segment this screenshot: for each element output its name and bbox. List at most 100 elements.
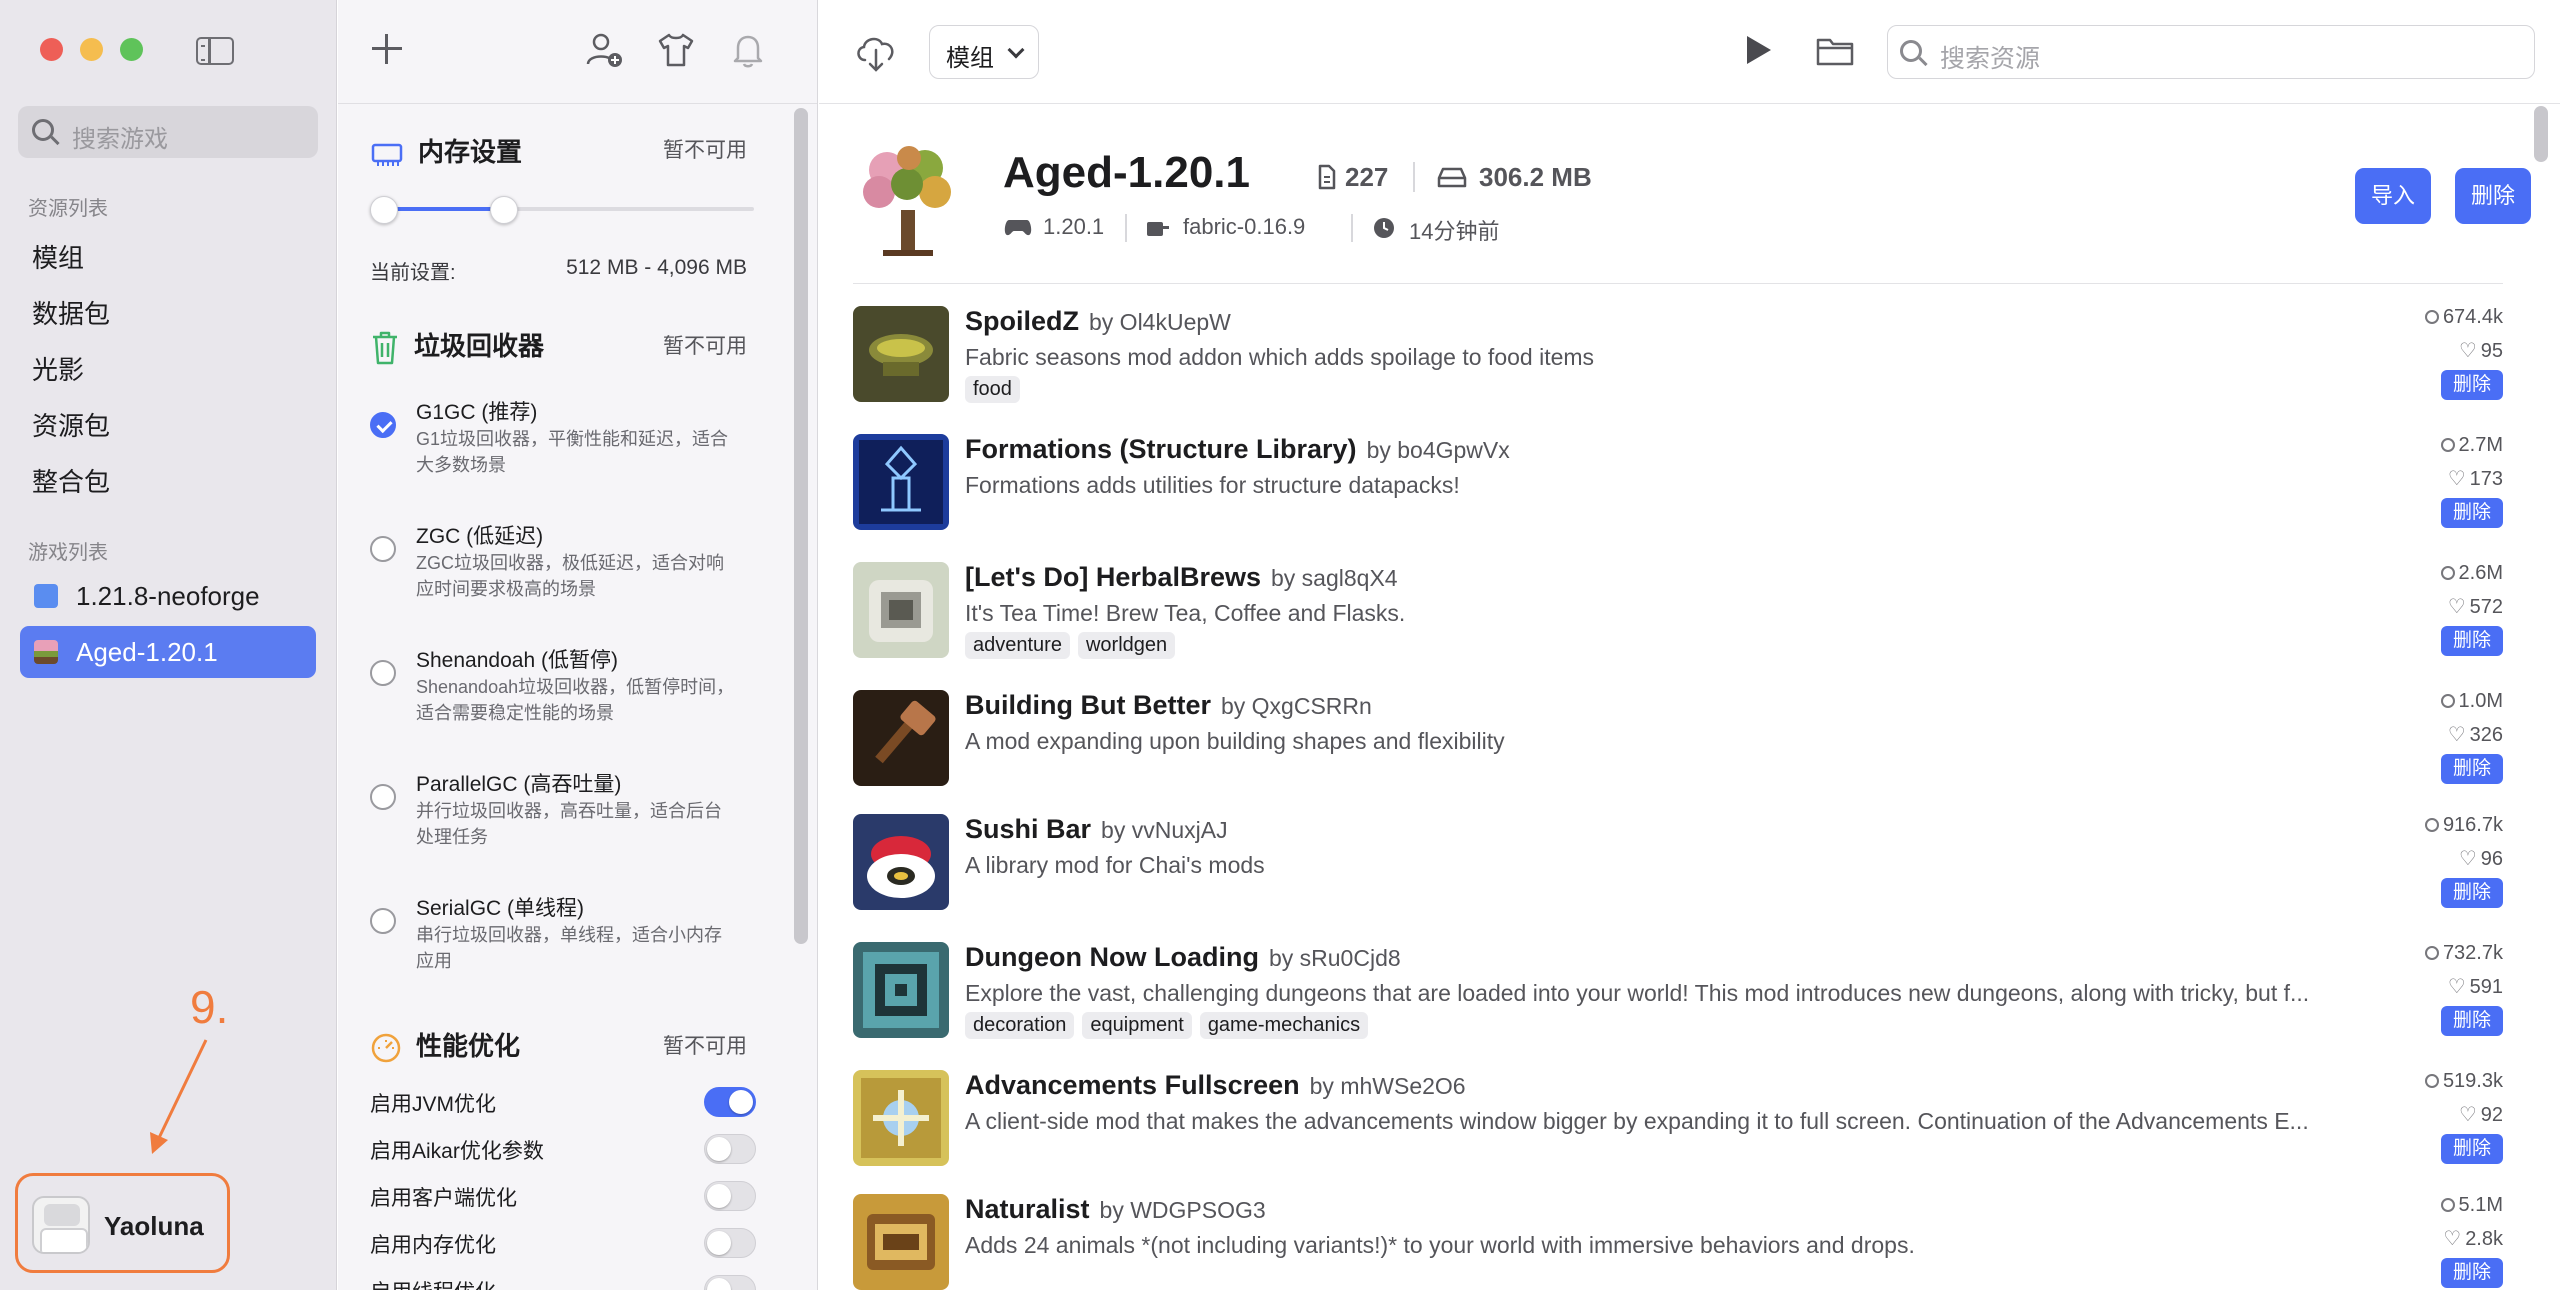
- list-item[interactable]: Naturalist by WDGPSOG3 Adds 24 animals *(…: [853, 1194, 2503, 1306]
- sidebar: 搜索游戏 资源列表 模组 数据包 光影 资源包 整合包 游戏列表 1.21.8-…: [0, 0, 337, 1290]
- mod-author: by QxgCSRRn: [1220, 693, 1372, 719]
- gc-option-title: Shenandoah (低暂停): [416, 649, 618, 672]
- minimize-window-button[interactable]: [80, 38, 103, 61]
- gc-option-title: ZGC (低延迟): [416, 525, 544, 548]
- settings-scrollbar[interactable]: [794, 108, 808, 944]
- mod-thumbnail: [853, 562, 949, 658]
- tshirt-icon[interactable]: [656, 30, 696, 70]
- sidebar-item-datapacks[interactable]: 数据包: [32, 294, 110, 331]
- sidebar-item-mods[interactable]: 模组: [32, 238, 84, 275]
- mod-description: It's Tea Time! Brew Tea, Coffee and Flas…: [965, 600, 1406, 626]
- game-label: Aged-1.20.1: [76, 637, 218, 667]
- list-item[interactable]: Dungeon Now Loading by sRu0Cjd8 Explore t…: [853, 942, 2503, 1054]
- add-icon[interactable]: [372, 34, 402, 64]
- main-scrollbar[interactable]: [2534, 106, 2548, 162]
- delete-mod-button[interactable]: 删除: [2441, 1258, 2503, 1288]
- mod-thumbnail: [853, 814, 949, 910]
- radio-icon[interactable]: [370, 660, 396, 686]
- gc-option-desc: 串行垃圾回收器，单线程，适合小内存应用: [416, 925, 722, 971]
- radio-icon[interactable]: [370, 784, 396, 810]
- perf-row-thread: 启用线程优化: [370, 1276, 496, 1290]
- mod-name: Formations (Structure Library) by bo4GpwV…: [965, 434, 1510, 464]
- gc-option-desc: Shenandoah垃圾回收器，低暂停时间，适合需要稳定性能的场景: [416, 677, 735, 723]
- game-search-input[interactable]: 搜索游戏: [18, 106, 318, 158]
- memory-max-handle[interactable]: [490, 196, 518, 224]
- play-icon[interactable]: [1747, 36, 1771, 64]
- perf-row-memory: 启用内存优化: [370, 1234, 496, 1257]
- mod-tags: decoration equipment game-mechanics: [965, 1012, 1376, 1039]
- mod-author: by Ol4kUepW: [1089, 309, 1231, 335]
- gamepad-icon: [1004, 220, 1032, 236]
- sidebar-item-modpacks[interactable]: 整合包: [32, 462, 110, 499]
- heart-icon: ♡: [2447, 976, 2466, 998]
- tag: worldgen: [1077, 632, 1176, 659]
- current-setting-value: 512 MB - 4,096 MB: [566, 256, 747, 279]
- heart-icon: ♡: [2458, 1104, 2477, 1126]
- mod-tags: adventure worldgen: [965, 632, 1183, 659]
- import-button[interactable]: 导入: [2355, 168, 2431, 224]
- jvm-optimize-toggle[interactable]: [704, 1087, 756, 1117]
- mod-likes: ♡ 96: [2458, 848, 2503, 870]
- sidebar-game-neoforge[interactable]: 1.21.8-neoforge: [20, 570, 316, 622]
- sidebar-toggle-icon[interactable]: [196, 37, 234, 65]
- sidebar-game-aged[interactable]: Aged-1.20.1: [20, 626, 316, 678]
- perf-status: 暂不可用: [663, 1035, 747, 1058]
- add-user-icon[interactable]: [584, 30, 624, 70]
- memory-optimize-toggle[interactable]: [704, 1228, 756, 1258]
- mod-tags: food: [965, 376, 1028, 403]
- delete-mod-button[interactable]: 删除: [2441, 498, 2503, 528]
- memory-settings-title: 内存设置: [370, 132, 522, 169]
- mod-downloads: 519.3k: [2424, 1070, 2503, 1093]
- mod-author: by mhWSe2O6: [1309, 1073, 1466, 1099]
- delete-mod-button[interactable]: 删除: [2441, 1134, 2503, 1164]
- radio-checked-icon[interactable]: [370, 412, 396, 438]
- delete-mod-button[interactable]: 删除: [2441, 754, 2503, 784]
- bell-icon[interactable]: [728, 30, 768, 70]
- memory-min-handle[interactable]: [370, 196, 398, 224]
- mod-author: by bo4GpwVx: [1366, 437, 1510, 463]
- gc-status: 暂不可用: [663, 335, 747, 358]
- game-size: 306.2 MB: [1479, 162, 1592, 192]
- user-profile-button[interactable]: Yaoluna: [15, 1173, 230, 1273]
- radio-icon[interactable]: [370, 908, 396, 934]
- download-icon: [2424, 1074, 2439, 1088]
- delete-mod-button[interactable]: 删除: [2441, 878, 2503, 908]
- heart-icon: ♡: [2447, 596, 2466, 618]
- mod-description: A client-side mod that makes the advance…: [965, 1108, 2309, 1134]
- thread-optimize-toggle[interactable]: [704, 1275, 756, 1290]
- list-item[interactable]: Formations (Structure Library) by bo4GpwV…: [853, 434, 2503, 546]
- perf-title: 性能优化: [370, 1026, 520, 1064]
- gauge-icon: [371, 1033, 401, 1063]
- list-item[interactable]: Building But Better by QxgCSRRn A mod exp…: [853, 690, 2503, 802]
- mod-downloads: 732.7k: [2424, 942, 2503, 965]
- resource-search-input[interactable]: 搜索资源: [1887, 25, 2535, 79]
- delete-mod-button[interactable]: 删除: [2441, 1006, 2503, 1036]
- aikar-toggle[interactable]: [704, 1134, 756, 1164]
- gc-title: 垃圾回收器: [370, 326, 544, 366]
- list-item[interactable]: [Let's Do] HerbalBrews by sagl8qX4 It's T…: [853, 562, 2503, 674]
- cloud-download-icon[interactable]: [853, 30, 899, 74]
- client-optimize-toggle[interactable]: [704, 1181, 756, 1211]
- list-item[interactable]: Sushi Bar by vvNuxjAJ A library mod for C…: [853, 814, 2503, 926]
- download-icon: [2424, 310, 2439, 324]
- delete-game-button[interactable]: 删除: [2455, 168, 2531, 224]
- zoom-window-button[interactable]: [120, 38, 143, 61]
- sidebar-item-shaders[interactable]: 光影: [32, 350, 84, 387]
- tag: adventure: [965, 632, 1070, 659]
- mod-name: Advancements Fullscreen by mhWSe2O6: [965, 1070, 1466, 1100]
- delete-mod-button[interactable]: 删除: [2441, 626, 2503, 656]
- mod-likes: ♡ 95: [2458, 340, 2503, 362]
- game-header: Aged-1.20.1 227 306.2 MB 1.20.1 fabric-0…: [853, 104, 2531, 284]
- heart-icon: ♡: [2447, 724, 2466, 746]
- sidebar-item-resourcepacks[interactable]: 资源包: [32, 406, 110, 443]
- mod-downloads: 5.1M: [2440, 1194, 2503, 1217]
- folder-icon[interactable]: [1815, 34, 1855, 68]
- radio-icon[interactable]: [370, 536, 396, 562]
- list-item[interactable]: Advancements Fullscreen by mhWSe2O6 A cli…: [853, 1070, 2503, 1182]
- delete-mod-button[interactable]: 删除: [2441, 370, 2503, 400]
- mod-thumbnail: [853, 942, 949, 1038]
- list-item[interactable]: SpoiledZ by Ol4kUepW Fabric seasons mod a…: [853, 306, 2503, 418]
- close-window-button[interactable]: [40, 38, 63, 61]
- mod-downloads: 2.6M: [2440, 562, 2503, 585]
- resource-type-select[interactable]: 模组: [929, 25, 1039, 79]
